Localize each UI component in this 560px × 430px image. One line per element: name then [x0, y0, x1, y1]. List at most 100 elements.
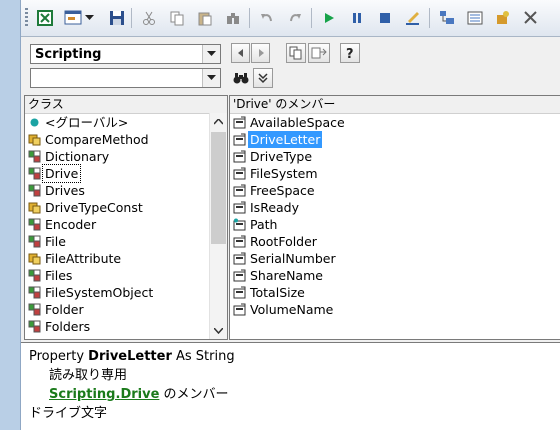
view-definition-button[interactable] — [308, 43, 330, 63]
toolbar-grip[interactable] — [25, 8, 28, 28]
class-item[interactable]: Folder — [25, 301, 227, 318]
class-item[interactable]: Folders — [25, 318, 227, 335]
project-explorer-icon[interactable] — [437, 8, 457, 28]
member-item[interactable]: AvailableSpace — [230, 114, 560, 131]
member-item[interactable]: DriveLetter — [230, 131, 560, 148]
dropdown-arrow-icon[interactable] — [83, 8, 95, 28]
member-of-line: Scripting.Drive のメンバー — [29, 385, 552, 404]
signature-suffix: As String — [171, 349, 235, 364]
signature-prefix: Property — [29, 349, 89, 364]
member-item[interactable]: SerialNumber — [230, 250, 560, 267]
member-item-label: DriveType — [250, 149, 313, 164]
class-icon — [28, 303, 41, 316]
properties-icon[interactable] — [465, 8, 485, 28]
class-item-label: Encoder — [45, 217, 97, 232]
class-item[interactable]: Dictionary — [25, 148, 227, 165]
search-dropdown[interactable] — [30, 68, 221, 88]
member-item[interactable]: FileSystem — [230, 165, 560, 182]
member-item-label: AvailableSpace — [250, 115, 345, 130]
back-arrow-icon — [237, 49, 243, 57]
design-mode-icon[interactable] — [403, 8, 423, 28]
member-item[interactable]: VolumeName — [230, 301, 560, 318]
class-item-label: FileSystemObject — [45, 285, 154, 300]
globe-icon — [28, 116, 41, 129]
member-item[interactable]: RootFolder — [230, 233, 560, 250]
member-item[interactable]: DriveType — [230, 148, 560, 165]
property-icon — [233, 201, 246, 214]
library-link[interactable]: Scripting — [49, 387, 115, 402]
view-definition-icon — [311, 47, 327, 59]
forward-button[interactable] — [251, 43, 270, 63]
class-item[interactable]: Files — [25, 267, 227, 284]
toolbar-separator — [131, 8, 132, 28]
userform-icon[interactable] — [63, 8, 83, 28]
help-button[interactable]: ? — [340, 43, 360, 63]
class-icon — [28, 235, 41, 248]
pause-icon[interactable] — [347, 8, 367, 28]
property-icon — [233, 184, 246, 197]
undo-icon[interactable] — [257, 8, 277, 28]
paste-icon[interactable] — [195, 8, 215, 28]
enum-icon — [28, 201, 41, 214]
find-icon[interactable] — [223, 8, 243, 28]
member-of-text: のメンバー — [159, 387, 229, 402]
classes-scrollbar[interactable] — [209, 113, 227, 339]
standard-toolbar — [21, 0, 560, 37]
member-item[interactable]: FreeSpace — [230, 182, 560, 199]
class-item[interactable]: Drives — [25, 182, 227, 199]
copy-to-clipboard-button[interactable] — [286, 43, 306, 63]
save-icon[interactable] — [107, 8, 127, 28]
chevron-up-icon[interactable] — [210, 113, 227, 130]
class-item[interactable]: FileAttribute — [25, 250, 227, 267]
class-item[interactable]: Drive — [25, 164, 227, 183]
help-icon: ? — [346, 47, 354, 60]
class-link[interactable]: Drive — [120, 387, 159, 402]
class-item[interactable]: Encoder — [25, 216, 227, 233]
property-icon — [233, 167, 246, 180]
library-dropdown[interactable]: Scripting — [30, 44, 221, 64]
library-value: Scripting — [35, 47, 102, 62]
class-item-label: CompareMethod — [45, 132, 149, 147]
binoculars-icon — [233, 73, 249, 84]
object-browser-icon[interactable] — [493, 8, 513, 28]
member-item-label: ShareName — [250, 268, 323, 283]
class-icon — [28, 320, 41, 333]
class-item[interactable]: File — [25, 233, 227, 250]
class-item[interactable]: FileSystemObject — [25, 284, 227, 301]
chevron-down-icon[interactable] — [202, 45, 220, 63]
class-icon — [28, 269, 41, 282]
run-icon[interactable] — [319, 8, 339, 28]
property-icon — [233, 235, 246, 248]
class-item[interactable]: CompareMethod — [25, 131, 227, 148]
class-icon — [28, 218, 41, 231]
property-icon — [233, 116, 246, 129]
chevron-down-icon[interactable] — [210, 322, 227, 339]
classes-pane: クラス <グローバル> CompareMethod Dictionary Drive D… — [24, 95, 228, 340]
excel-icon[interactable] — [35, 8, 55, 28]
class-item[interactable]: <グローバル> — [25, 114, 227, 131]
window-frame-left — [0, 0, 21, 430]
back-button[interactable] — [231, 43, 250, 63]
object-browser: Scripting ? クラス <グローバル> CompareMethod Dict… — [21, 37, 560, 430]
class-item-label: Folder — [45, 302, 84, 317]
readonly-note: 読み取り専用 — [49, 368, 128, 383]
toolbox-icon[interactable] — [521, 8, 541, 28]
cut-icon[interactable] — [139, 8, 159, 28]
toggle-search-results-button[interactable] — [253, 68, 273, 88]
chevron-down-icon[interactable] — [202, 69, 220, 87]
classes-list: <グローバル> CompareMethod Dictionary Drive Drive… — [25, 114, 227, 335]
copy-icon[interactable] — [167, 8, 187, 28]
enum-icon — [28, 252, 41, 265]
scrollbar-thumb[interactable] — [211, 132, 226, 244]
class-item[interactable]: DriveTypeConst — [25, 199, 227, 216]
stop-icon[interactable] — [375, 8, 395, 28]
class-item-label: Drive — [41, 164, 82, 183]
member-item[interactable]: ShareName — [230, 267, 560, 284]
member-item[interactable]: TotalSize — [230, 284, 560, 301]
property-icon — [233, 150, 246, 163]
member-item[interactable]: IsReady — [230, 199, 560, 216]
redo-icon[interactable] — [285, 8, 305, 28]
search-button[interactable] — [231, 68, 251, 88]
member-item[interactable]: Path — [230, 216, 560, 233]
forward-arrow-icon — [258, 49, 264, 57]
